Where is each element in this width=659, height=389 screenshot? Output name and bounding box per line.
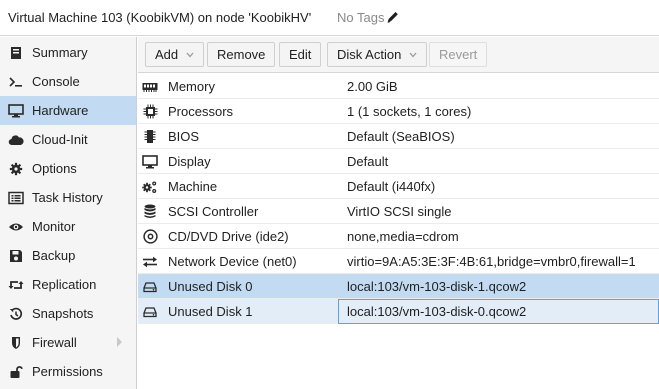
revert-button-label: Revert	[439, 47, 478, 62]
hardware-row-name: Display	[168, 154, 211, 169]
sidebar-item-label: Hardware	[32, 103, 89, 118]
tags-label[interactable]: No Tags	[337, 10, 384, 25]
sidebar-item-task-history[interactable]: Task History	[0, 183, 136, 212]
monitor-icon	[142, 154, 158, 169]
hdd-icon	[142, 304, 158, 319]
hardware-row-value: none,media=cdrom	[347, 229, 459, 244]
hardware-row-unused-disk-0[interactable]: Unused Disk 0 local:103/vm-103-disk-1.qc…	[138, 274, 659, 299]
database-icon	[142, 204, 158, 219]
revert-button[interactable]: Revert	[429, 42, 488, 67]
sidebar: Summary Console Hardware Cloud-Init Opti…	[0, 37, 137, 389]
cpu-icon	[142, 104, 158, 119]
hardware-row-unused-disk-1[interactable]: Unused Disk 1 local:103/vm-103-disk-0.qc…	[138, 299, 659, 324]
sidebar-item-label: Firewall	[32, 335, 77, 350]
hardware-row-network-device[interactable]: Network Device (net0) virtio=9A:A5:3E:3F…	[138, 249, 659, 274]
sidebar-item-monitor[interactable]: Monitor	[0, 212, 136, 241]
hardware-row-memory[interactable]: Memory 2.00 GiB	[138, 74, 659, 99]
sidebar-item-backup[interactable]: Backup	[0, 241, 136, 270]
cloud-icon	[8, 132, 24, 147]
sidebar-item-label: Summary	[32, 45, 88, 60]
eye-icon	[8, 219, 24, 234]
sidebar-item-console[interactable]: Console	[0, 67, 136, 96]
unlock-icon	[8, 364, 24, 379]
hardware-row-value: 2.00 GiB	[347, 79, 398, 94]
hardware-row-display[interactable]: Display Default	[138, 149, 659, 174]
title-bar: Virtual Machine 103 (KoobikVM) on node '…	[0, 0, 659, 36]
sidebar-item-label: Task History	[32, 190, 103, 205]
expand-arrow-icon[interactable]	[117, 337, 122, 347]
chevron-down-icon	[409, 52, 417, 58]
hardware-row-name: Network Device (net0)	[168, 254, 297, 269]
exchange-icon	[142, 254, 158, 269]
sidebar-item-permissions[interactable]: Permissions	[0, 357, 136, 386]
hardware-row-scsi-controller[interactable]: SCSI Controller VirtIO SCSI single	[138, 199, 659, 224]
sidebar-item-firewall[interactable]: Firewall	[0, 328, 136, 357]
hardware-row-value: virtio=9A:A5:3E:3F:4B:61,bridge=vmbr0,fi…	[347, 254, 636, 269]
page-title: Virtual Machine 103 (KoobikVM) on node '…	[8, 10, 312, 25]
book-icon	[8, 45, 24, 60]
gear-icon	[8, 161, 24, 176]
floppy-icon	[8, 248, 24, 263]
hardware-row-name: Unused Disk 0	[168, 279, 253, 294]
cdrom-icon	[142, 229, 158, 244]
hardware-row-value: Default (SeaBIOS)	[347, 129, 455, 144]
disk-action-button-label: Disk Action	[337, 47, 402, 62]
hardware-row-name: Unused Disk 1	[168, 304, 253, 319]
hardware-row-name: CD/DVD Drive (ide2)	[168, 229, 289, 244]
sidebar-item-label: Snapshots	[32, 306, 94, 321]
shield-icon	[8, 335, 24, 350]
hardware-row-value: VirtIO SCSI single	[347, 204, 452, 219]
retweet-icon	[8, 277, 24, 292]
history-icon	[8, 306, 24, 321]
remove-button[interactable]: Remove	[207, 42, 276, 67]
hardware-row-processors[interactable]: Processors 1 (1 sockets, 1 cores)	[138, 99, 659, 124]
hardware-row-name: SCSI Controller	[168, 204, 259, 219]
hardware-row-bios[interactable]: BIOS Default (SeaBIOS)	[138, 124, 659, 149]
hardware-row-cd-dvd-drive[interactable]: CD/DVD Drive (ide2) none,media=cdrom	[138, 224, 659, 249]
hdd-icon	[142, 279, 158, 294]
cogs-icon	[142, 179, 158, 194]
terminal-icon	[8, 74, 24, 89]
edit-button-label: Edit	[289, 47, 312, 62]
hardware-row-name: Memory	[168, 79, 215, 94]
hardware-row-machine[interactable]: Machine Default (i440fx)	[138, 174, 659, 199]
hardware-row-name: Machine	[168, 179, 218, 194]
hardware-grid: Memory 2.00 GiB Processors 1 (1 sockets,…	[138, 74, 659, 389]
hardware-row-value: Default	[347, 154, 389, 169]
hardware-row-name: Processors	[168, 104, 234, 119]
sidebar-item-summary[interactable]: Summary	[0, 38, 136, 67]
sidebar-item-cloud-init[interactable]: Cloud-Init	[0, 125, 136, 154]
sidebar-item-options[interactable]: Options	[0, 154, 136, 183]
chevron-down-icon	[186, 52, 194, 58]
sidebar-item-label: Options	[32, 161, 77, 176]
desktop-icon	[8, 103, 24, 118]
sidebar-item-label: Replication	[32, 277, 97, 292]
sidebar-item-label: Monitor	[32, 219, 76, 234]
sidebar-item-label: Backup	[32, 248, 76, 263]
sidebar-item-label: Console	[32, 74, 80, 89]
hardware-row-name: BIOS	[168, 129, 200, 144]
memory-icon	[142, 79, 158, 94]
hardware-row-value: 1 (1 sockets, 1 cores)	[347, 104, 472, 119]
pencil-icon[interactable]	[386, 10, 399, 24]
remove-button-label: Remove	[217, 47, 266, 62]
sidebar-item-label: Permissions	[32, 364, 103, 379]
add-button[interactable]: Add	[145, 42, 205, 67]
hardware-row-value: Default (i440fx)	[347, 179, 436, 194]
sidebar-item-hardware[interactable]: Hardware	[0, 96, 136, 125]
add-button-label: Add	[155, 47, 179, 62]
disk-action-button[interactable]: Disk Action	[327, 42, 428, 67]
hardware-row-value: local:103/vm-103-disk-1.qcow2	[347, 279, 527, 294]
focused-cell-border	[338, 299, 659, 324]
sidebar-item-replication[interactable]: Replication	[0, 270, 136, 299]
sidebar-item-snapshots[interactable]: Snapshots	[0, 299, 136, 328]
sidebar-item-label: Cloud-Init	[32, 132, 88, 147]
hardware-toolbar: Add Remove Edit Disk Action Revert	[138, 37, 659, 73]
microchip-icon	[142, 129, 158, 144]
list-alt-icon	[8, 190, 24, 205]
edit-button[interactable]: Edit	[279, 42, 322, 67]
